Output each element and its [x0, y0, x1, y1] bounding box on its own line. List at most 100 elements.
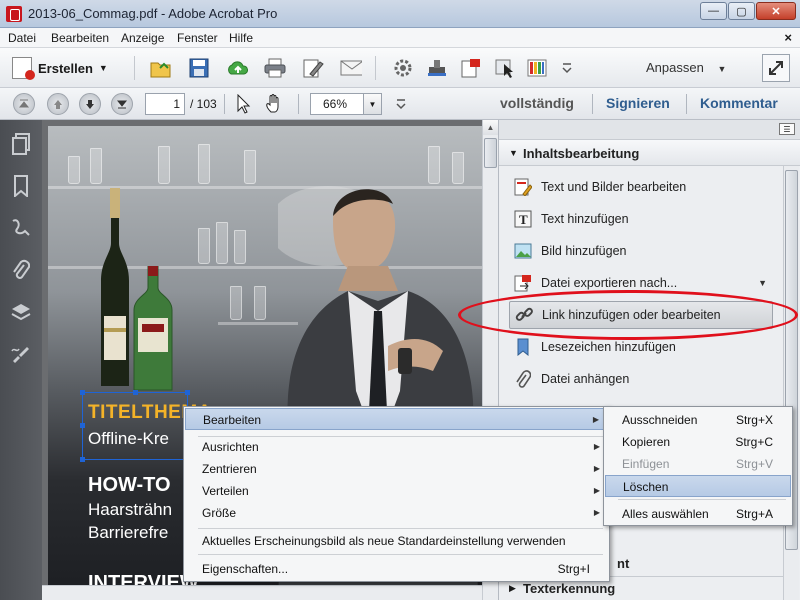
pdf-export-icon[interactable]: [460, 57, 482, 79]
menu-item-label: Bearbeiten: [203, 413, 262, 427]
menu-anzeige[interactable]: Anzeige: [121, 31, 164, 45]
minimize-button[interactable]: —: [700, 2, 727, 20]
menu-item-zentrieren[interactable]: Zentrieren ▶: [185, 458, 608, 480]
tool-add-edit-link[interactable]: Link hinzufügen oder bearbeiten: [509, 301, 773, 329]
content-editing-section-header[interactable]: ▼ Inhaltsbearbeitung: [499, 140, 800, 166]
tools-pane-scrollbar[interactable]: [783, 166, 799, 600]
menu-item-label: Löschen: [623, 480, 669, 494]
menu-item-loeschen[interactable]: Löschen: [605, 475, 791, 497]
edit-submenu: Ausschneiden Strg+X Kopieren Strg+C Einf…: [603, 406, 793, 526]
document-horizontal-scrollbar[interactable]: [42, 585, 482, 600]
tool-add-bookmark[interactable]: Lesezeichen hinzufügen: [513, 335, 775, 359]
menu-separator: [198, 554, 603, 555]
menu-fenster[interactable]: Fenster: [177, 31, 218, 45]
sign-pane-button[interactable]: Signieren: [606, 95, 670, 111]
section-title: Texterkennung: [523, 581, 616, 596]
chevron-down-icon: ▼: [717, 64, 727, 74]
save-icon[interactable]: [188, 57, 210, 79]
menu-item-ausrichten[interactable]: Ausrichten ▶: [185, 436, 608, 458]
print-icon[interactable]: [264, 57, 286, 79]
menu-item-alles-auswaehlen[interactable]: Alles auswählen Strg+A: [605, 503, 791, 525]
toolbar-overflow-icon[interactable]: [556, 57, 578, 79]
menu-item-groesse[interactable]: Größe ▶: [185, 502, 608, 524]
tool-attach-file[interactable]: Datei anhängen: [513, 367, 775, 391]
menu-item-ausschneiden[interactable]: Ausschneiden Strg+X: [605, 409, 791, 431]
resize-handle[interactable]: [80, 423, 85, 428]
select-tool-icon[interactable]: [232, 93, 254, 115]
toolbar-divider: [375, 56, 376, 80]
close-button[interactable]: ✕: [756, 2, 796, 20]
comment-pane-button[interactable]: Kommentar: [700, 95, 778, 111]
create-button[interactable]: Erstellen ▼: [12, 56, 108, 80]
scroll-up-icon[interactable]: ▲: [483, 120, 498, 135]
first-page-icon[interactable]: [13, 93, 35, 115]
view-mode-label[interactable]: vollständig: [500, 95, 574, 111]
color-chart-icon[interactable]: [526, 57, 548, 79]
toolbar-overflow-icon[interactable]: [390, 93, 412, 115]
zoom-select[interactable]: 66% ▼: [310, 93, 382, 115]
settings-icon[interactable]: [392, 57, 414, 79]
pane-options-icon[interactable]: ☰: [779, 123, 795, 135]
menu-item-set-default-appearance[interactable]: Aktuelles Erscheinungsbild als neue Stan…: [185, 530, 608, 552]
gin-bottle-image: [133, 266, 173, 391]
menu-item-shortcut: Strg+V: [735, 457, 773, 471]
glass: [234, 230, 246, 264]
menu-item-eigenschaften[interactable]: Eigenschaften... Strg+I: [185, 558, 608, 580]
tool-add-text[interactable]: T Text hinzufügen: [513, 207, 775, 231]
maximize-button[interactable]: ▢: [728, 2, 755, 20]
chevron-down-icon: ▼: [98, 63, 108, 73]
tool-add-image[interactable]: Bild hinzufügen: [513, 239, 775, 263]
resize-handle[interactable]: [133, 390, 138, 395]
glass: [198, 144, 210, 184]
customize-label: Anpassen: [646, 60, 704, 75]
chevron-down-icon[interactable]: ▼: [758, 278, 767, 288]
stamp-icon[interactable]: [426, 57, 448, 79]
page-number-input[interactable]: 1: [145, 93, 185, 115]
submenu-arrow-icon: ▶: [592, 415, 599, 424]
email-icon[interactable]: [340, 57, 362, 79]
menu-bar: Datei Bearbeiten Anzeige Fenster Hilfe ×: [0, 28, 800, 48]
menu-hilfe[interactable]: Hilfe: [229, 31, 253, 45]
select-cursor-icon[interactable]: [494, 57, 516, 79]
page-thumbnails-icon[interactable]: [9, 132, 33, 156]
menu-bearbeiten[interactable]: Bearbeiten: [51, 31, 109, 45]
menu-datei[interactable]: Datei: [8, 31, 36, 45]
hand-tool-icon[interactable]: [264, 93, 286, 115]
tool-edit-text-images[interactable]: Text und Bilder bearbeiten: [513, 175, 775, 199]
resize-handle[interactable]: [80, 390, 85, 395]
bookmarks-icon[interactable]: [9, 174, 33, 198]
menu-item-shortcut: Strg+X: [735, 413, 773, 427]
resize-handle[interactable]: [80, 457, 85, 462]
cloud-upload-icon[interactable]: [226, 57, 248, 79]
toolbar-divider: [298, 94, 299, 114]
expand-icon[interactable]: [762, 54, 790, 82]
menu-item-label: Ausrichten: [202, 440, 259, 454]
previous-page-icon[interactable]: [47, 93, 69, 115]
customize-button[interactable]: Anpassen ▼: [646, 60, 726, 75]
menu-item-verteilen[interactable]: Verteilen ▶: [185, 480, 608, 502]
glass: [230, 286, 242, 320]
open-folder-icon[interactable]: [150, 57, 172, 79]
layers-icon[interactable]: [9, 300, 33, 324]
menu-item-kopieren[interactable]: Kopieren Strg+C: [605, 431, 791, 453]
create-label: Erstellen: [38, 60, 93, 76]
tool-export-file[interactable]: Datei exportieren nach... ▼: [513, 271, 775, 295]
signatures-icon[interactable]: [9, 216, 33, 240]
content-edit-icon[interactable]: [9, 342, 33, 366]
menu-item-label: Eigenschaften...: [202, 562, 289, 576]
scroll-thumb[interactable]: [484, 138, 497, 168]
last-page-icon[interactable]: [111, 93, 133, 115]
selection-box[interactable]: [80, 390, 190, 462]
menu-item-label: Alles auswählen: [622, 507, 709, 521]
attachments-icon[interactable]: [9, 258, 33, 282]
document-close-icon[interactable]: ×: [784, 30, 792, 45]
next-page-icon[interactable]: [79, 93, 101, 115]
resize-handle[interactable]: [185, 390, 190, 395]
edit-document-icon[interactable]: [302, 57, 324, 79]
menu-separator: [198, 528, 603, 529]
menu-item-bearbeiten[interactable]: Bearbeiten ▶: [185, 408, 608, 430]
svg-text:T: T: [519, 212, 528, 227]
chevron-down-icon[interactable]: ▼: [363, 94, 381, 114]
title-bar: 2013-06_Commag.pdf - Adobe Acrobat Pro —…: [0, 0, 800, 28]
toolbar-divider: [686, 94, 687, 114]
